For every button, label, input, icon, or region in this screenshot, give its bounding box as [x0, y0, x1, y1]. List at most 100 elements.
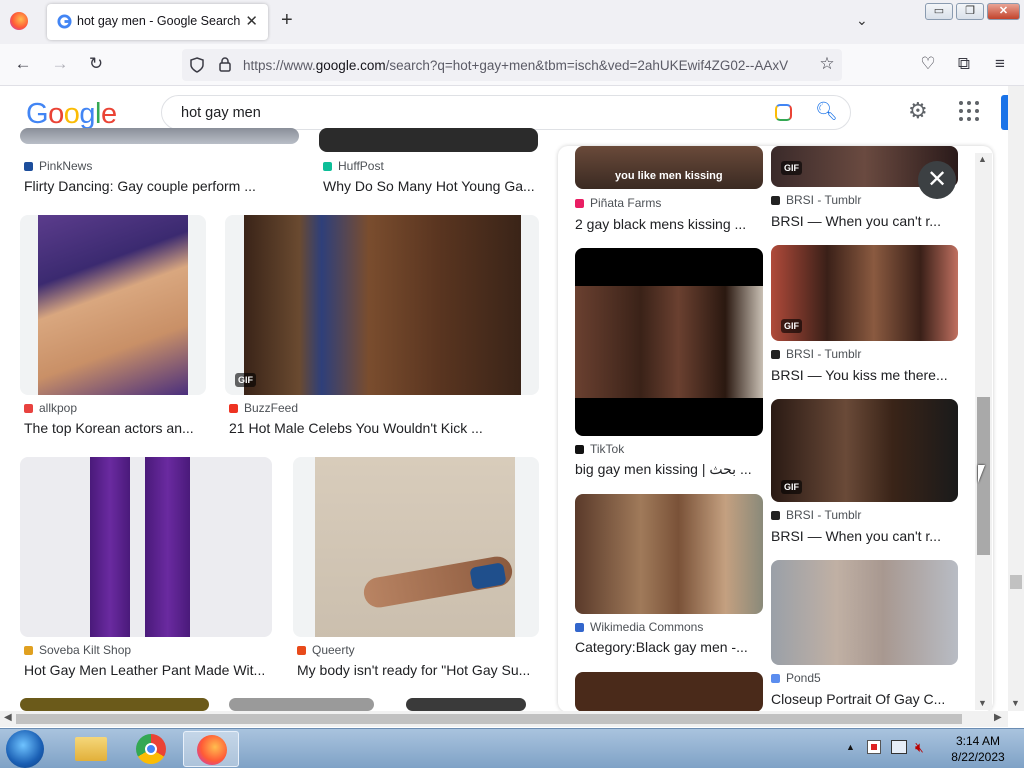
- result-source[interactable]: HuffPost: [323, 159, 384, 173]
- result-caption[interactable]: Why Do So Many Hot Young Ga...: [323, 178, 538, 194]
- panel-image[interactable]: [575, 248, 763, 436]
- result-caption[interactable]: Hot Gay Men Leather Pant Made Wit...: [24, 662, 272, 678]
- result-source[interactable]: Queerty: [297, 643, 355, 657]
- result-image[interactable]: [20, 457, 272, 637]
- reload-icon[interactable]: ↻: [84, 52, 108, 76]
- account-avatar[interactable]: [1001, 95, 1008, 130]
- panel-source[interactable]: Piñata Farms: [575, 196, 661, 210]
- panel-source[interactable]: BRSI - Tumblr: [771, 508, 861, 522]
- lock-icon[interactable]: [218, 56, 232, 73]
- panel-source[interactable]: Pond5: [771, 671, 821, 685]
- search-query[interactable]: hot gay men: [181, 105, 261, 121]
- mouse-cursor-icon: [978, 465, 985, 483]
- scroll-down-arrow-icon[interactable]: ▼: [978, 698, 987, 708]
- search-icon[interactable]: 🔍︎: [815, 101, 838, 122]
- result-caption[interactable]: 21 Hot Male Celebs You Wouldn't Kick ...: [229, 420, 534, 436]
- result-source[interactable]: BuzzFeed: [229, 401, 298, 415]
- panel-source[interactable]: BRSI - Tumblr: [771, 193, 861, 207]
- panel-caption[interactable]: Closeup Portrait Of Gay C...: [771, 691, 956, 707]
- close-window-button[interactable]: ✕: [987, 3, 1020, 20]
- result-image[interactable]: [319, 128, 538, 152]
- chrome-icon[interactable]: [123, 731, 179, 767]
- google-apps-icon[interactable]: [958, 100, 980, 122]
- gif-badge: GIF: [781, 480, 802, 494]
- panel-image[interactable]: [771, 560, 958, 665]
- scroll-right-arrow-icon[interactable]: ▶: [994, 712, 1002, 723]
- scroll-up-arrow-icon[interactable]: ▲: [978, 154, 987, 164]
- shield-icon[interactable]: [189, 57, 205, 73]
- minimize-button[interactable]: ▭: [925, 3, 953, 20]
- gif-badge: GIF: [781, 319, 802, 333]
- panel-close-icon[interactable]: ✕: [918, 161, 956, 199]
- panel-source[interactable]: Wikimedia Commons: [575, 620, 703, 634]
- panel-image[interactable]: GIF: [771, 245, 958, 341]
- page-vertical-scrollbar[interactable]: [1008, 86, 1024, 711]
- result-image[interactable]: [20, 128, 299, 144]
- result-image[interactable]: [406, 698, 526, 711]
- result-caption[interactable]: My body isn't ready for "Hot Gay Su...: [297, 662, 537, 678]
- network-icon[interactable]: [891, 740, 907, 754]
- search-input[interactable]: hot gay men: [161, 95, 851, 130]
- clock-date: 8/22/2023: [951, 750, 1005, 764]
- result-image[interactable]: [229, 698, 374, 711]
- tab-close-icon[interactable]: ✕: [245, 12, 258, 30]
- result-image[interactable]: [20, 698, 209, 711]
- panel-source[interactable]: TikTok: [575, 442, 624, 456]
- list-tabs-icon[interactable]: ⌄: [856, 12, 868, 29]
- page-scroll-thumb[interactable]: [1010, 575, 1022, 589]
- panel-caption[interactable]: Category:Black gay men -...: [575, 639, 761, 655]
- menu-icon[interactable]: ≡: [988, 52, 1012, 76]
- gif-badge: GIF: [781, 161, 802, 175]
- scroll-left-arrow-icon[interactable]: ◀: [4, 712, 12, 723]
- panel-caption[interactable]: BRSI — When you can't r...: [771, 528, 956, 544]
- result-caption[interactable]: The top Korean actors an...: [24, 420, 204, 436]
- settings-gear-icon[interactable]: ⚙: [908, 98, 928, 124]
- google-logo[interactable]: Google: [26, 98, 117, 131]
- result-source[interactable]: Soveba Kilt Shop: [24, 643, 131, 657]
- result-image[interactable]: GIF: [225, 215, 539, 395]
- extensions-icon[interactable]: ⧉: [952, 52, 976, 76]
- panel-image[interactable]: GIF: [771, 399, 958, 502]
- firefox-menu-icon[interactable]: [10, 12, 28, 30]
- result-source[interactable]: PinkNews: [24, 159, 92, 173]
- browser-tab-active[interactable]: hot gay men - Google Search ✕: [47, 4, 268, 40]
- source-favicon-icon: [771, 510, 780, 520]
- result-image[interactable]: [293, 457, 539, 637]
- new-tab-button[interactable]: +: [281, 9, 293, 32]
- url-bar[interactable]: https://www.google.com/search?q=hot+gay+…: [182, 49, 842, 81]
- volume-muted-icon[interactable]: 🔇︎: [915, 739, 924, 756]
- result-caption[interactable]: Flirty Dancing: Gay couple perform ...: [24, 178, 294, 194]
- restore-button[interactable]: ❐: [956, 3, 984, 20]
- start-button[interactable]: [6, 730, 44, 768]
- url-text[interactable]: https://www.google.com/search?q=hot+gay+…: [243, 58, 818, 73]
- source-favicon-icon: [24, 403, 33, 413]
- google-lens-icon[interactable]: [775, 104, 792, 121]
- panel-image[interactable]: [575, 494, 763, 614]
- horizontal-scroll-thumb[interactable]: [16, 714, 962, 724]
- panel-image[interactable]: you like men kissing: [575, 146, 763, 189]
- firefox-icon[interactable]: [183, 731, 239, 767]
- panel-caption[interactable]: 2 gay black mens kissing ...: [575, 216, 761, 232]
- system-clock[interactable]: 3:14 AM 8/22/2023: [938, 733, 1018, 765]
- panel-image[interactable]: [575, 672, 763, 712]
- pocket-icon[interactable]: ♡: [916, 52, 940, 76]
- panel-caption[interactable]: big gay men kissing | بحث ...: [575, 461, 761, 478]
- clock-time: 3:14 AM: [955, 734, 1001, 748]
- source-favicon-icon: [771, 673, 780, 683]
- source-favicon-icon: [229, 403, 238, 413]
- forward-icon[interactable]: →: [48, 52, 72, 76]
- panel-source[interactable]: BRSI - Tumblr: [771, 347, 861, 361]
- back-icon[interactable]: ←: [11, 52, 35, 76]
- panel-caption[interactable]: BRSI — When you can't r...: [771, 213, 956, 229]
- action-center-icon[interactable]: [867, 740, 881, 754]
- result-source[interactable]: allkpop: [24, 401, 77, 415]
- source-favicon-icon: [771, 195, 780, 205]
- file-explorer-icon[interactable]: [63, 731, 119, 767]
- scroll-down-arrow-icon[interactable]: ▼: [1011, 698, 1020, 708]
- star-icon[interactable]: ☆: [815, 52, 839, 76]
- image-overlay-text: you like men kissing: [615, 170, 723, 182]
- result-image[interactable]: [20, 215, 206, 395]
- show-hidden-icons-icon[interactable]: ▲: [846, 742, 855, 752]
- source-favicon-icon: [771, 349, 780, 359]
- panel-caption[interactable]: BRSI — You kiss me there...: [771, 367, 956, 383]
